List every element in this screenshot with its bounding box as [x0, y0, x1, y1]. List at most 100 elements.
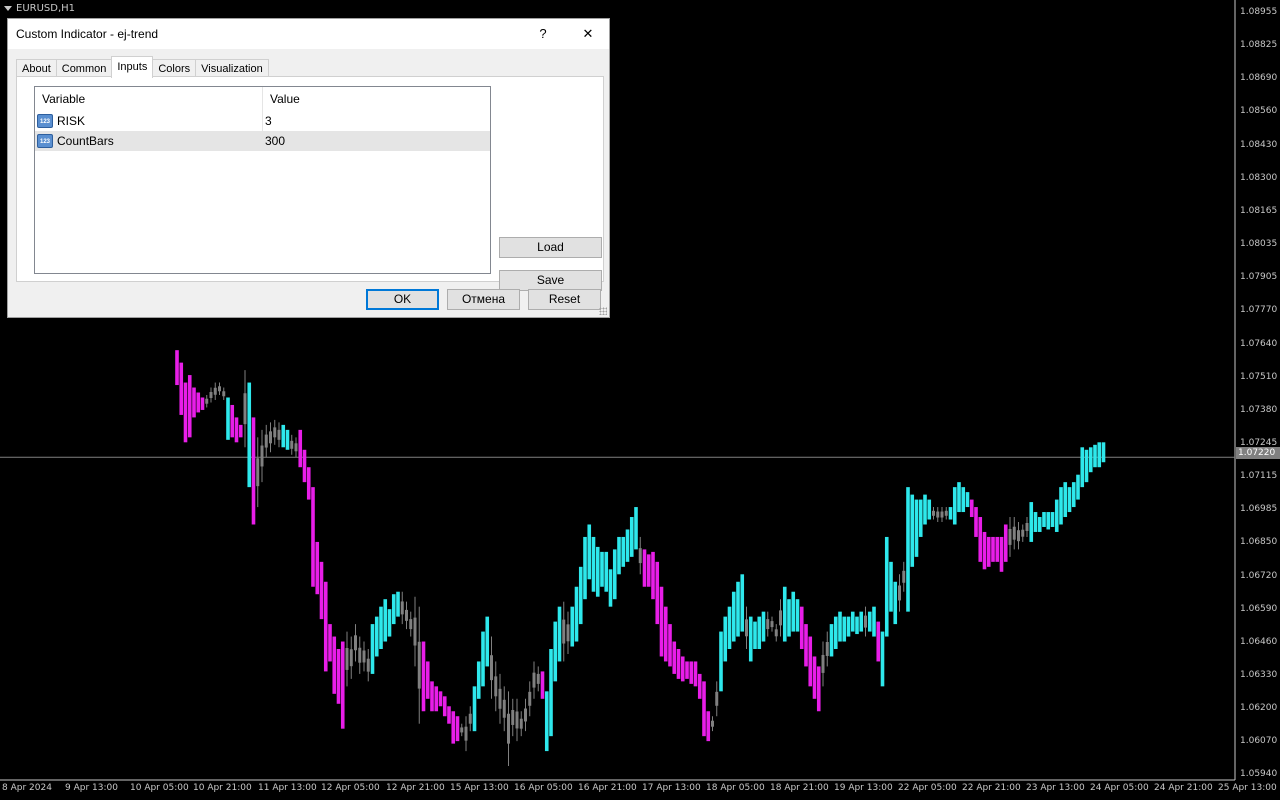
trend-bar	[676, 649, 681, 679]
trend-bar	[974, 507, 978, 537]
trend-bar	[328, 624, 332, 662]
trend-bar	[629, 517, 634, 557]
resize-grip-icon[interactable]	[599, 307, 607, 315]
price-tick-label: 1.08430	[1240, 139, 1278, 150]
inputs-tab-panel: Variable Value 123 RISK 3 123 CountBars …	[16, 76, 604, 291]
table-row[interactable]: 123 RISK 3	[35, 111, 490, 131]
numeric-param-icon: 123	[37, 134, 53, 148]
trend-bar	[791, 591, 796, 632]
ok-button[interactable]: OK	[366, 289, 439, 310]
price-tick-label: 1.07905	[1240, 272, 1278, 283]
tab-inputs[interactable]: Inputs	[111, 56, 154, 78]
trend-bar	[855, 616, 859, 635]
price-tick-label: 1.07640	[1240, 338, 1278, 349]
trend-bar	[1063, 482, 1068, 518]
numeric-param-icon: 123	[37, 114, 53, 128]
candle	[358, 647, 362, 663]
value-cell[interactable]: 3	[263, 111, 272, 131]
candle	[222, 391, 226, 397]
trend-bar	[884, 536, 889, 637]
time-tick-label: 17 Apr 13:00	[642, 783, 701, 793]
trend-bar	[608, 569, 613, 607]
trend-bar	[617, 536, 621, 575]
price-tick-label: 1.08690	[1240, 73, 1278, 84]
column-header-value[interactable]: Value	[263, 87, 300, 111]
trend-bar	[672, 641, 677, 674]
trend-bar	[421, 641, 426, 712]
trend-bar	[1029, 502, 1034, 542]
table-row[interactable]: 123 CountBars 300	[35, 131, 490, 151]
candle	[294, 443, 298, 452]
variable-cell: 123 RISK	[35, 111, 263, 131]
trend-bar	[302, 449, 307, 483]
trend-bar	[910, 494, 915, 567]
trend-bar	[374, 616, 379, 657]
save-button[interactable]: Save	[499, 270, 602, 291]
trend-bar	[230, 404, 235, 438]
candle	[774, 629, 778, 637]
candle	[362, 650, 366, 663]
candle	[256, 458, 260, 487]
trend-bar	[1054, 499, 1059, 532]
candle	[349, 649, 353, 667]
dialog-titlebar[interactable]: Custom Indicator - ej-trend ? ✕	[8, 19, 609, 49]
dialog-title: Custom Indicator - ej-trend	[16, 27, 159, 41]
time-tick-label: 15 Apr 13:00	[450, 783, 509, 793]
candle	[354, 635, 357, 651]
trend-bar	[833, 616, 838, 649]
trend-bar	[914, 499, 919, 557]
time-tick-label: 18 Apr 05:00	[706, 783, 765, 793]
candle	[494, 676, 498, 697]
value-cell[interactable]: 300	[263, 131, 285, 151]
dropdown-triangle-icon[interactable]	[4, 6, 12, 11]
trend-bar	[549, 649, 553, 737]
candle	[902, 570, 906, 583]
close-icon[interactable]: ✕	[568, 23, 608, 45]
load-button[interactable]: Load	[499, 237, 602, 258]
trend-bar	[680, 656, 685, 682]
candle	[515, 711, 519, 729]
price-tick-label: 1.07115	[1240, 471, 1278, 482]
trend-bar	[370, 624, 375, 674]
price-tick-label: 1.08825	[1240, 40, 1278, 51]
trend-bar	[761, 611, 766, 642]
column-header-variable[interactable]: Variable	[35, 87, 263, 111]
trend-bar	[251, 417, 256, 525]
trend-bar	[574, 586, 579, 642]
trend-bar	[991, 536, 995, 562]
candle	[944, 510, 948, 516]
trend-bar	[659, 586, 664, 657]
trend-bar	[965, 492, 970, 508]
trend-bar	[1097, 442, 1102, 468]
help-button[interactable]: ?	[523, 23, 563, 45]
inputs-table[interactable]: Variable Value 123 RISK 3 123 CountBars …	[34, 86, 491, 274]
candle	[932, 510, 935, 516]
candle	[766, 619, 770, 630]
trend-bar	[1080, 447, 1085, 488]
symbol-label: EURUSD,H1	[4, 3, 75, 14]
candle	[264, 434, 268, 448]
trend-bar	[234, 417, 239, 443]
candle	[460, 727, 464, 733]
candle	[209, 392, 213, 398]
time-tick-label: 22 Apr 05:00	[898, 783, 957, 793]
trend-bar	[812, 656, 817, 699]
candle	[490, 655, 493, 681]
candle	[205, 398, 209, 404]
trend-bar	[396, 591, 400, 617]
table-header: Variable Value	[35, 87, 490, 111]
cancel-button[interactable]: Отмена	[447, 289, 520, 310]
trend-bar	[1050, 512, 1055, 527]
trend-bar	[1084, 449, 1089, 483]
trend-bar	[481, 631, 485, 687]
trend-bar	[1046, 512, 1051, 530]
candle	[345, 648, 349, 670]
reset-button[interactable]: Reset	[528, 289, 601, 310]
time-tick-label: 16 Apr 21:00	[578, 783, 637, 793]
candle	[243, 393, 247, 425]
trend-bar	[651, 551, 655, 600]
candle	[536, 673, 540, 684]
trend-bar	[1101, 442, 1106, 463]
price-tick-label: 1.06330	[1240, 670, 1278, 680]
trend-bar	[434, 686, 439, 712]
